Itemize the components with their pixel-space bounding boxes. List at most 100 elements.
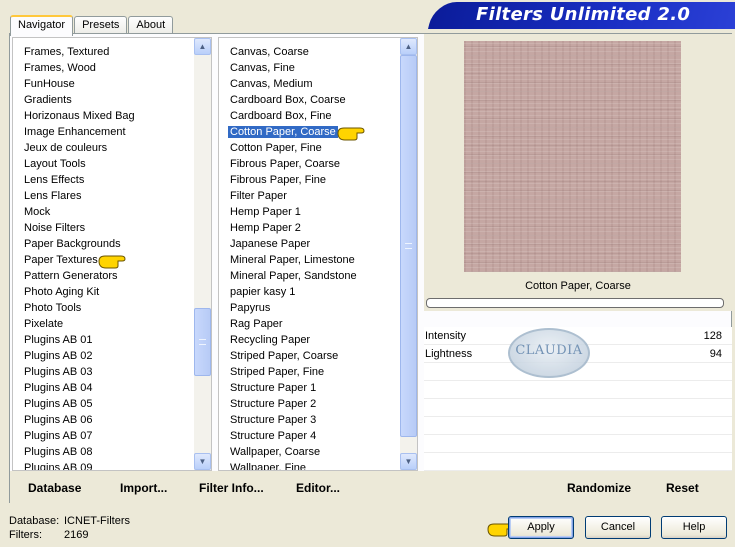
- apply-button[interactable]: Apply: [508, 516, 574, 539]
- filter-item[interactable]: Wallpaper, Coarse: [219, 444, 400, 460]
- filter-item[interactable]: Structure Paper 2: [219, 396, 400, 412]
- filter-scrollbar[interactable]: ▲ ▼: [400, 38, 417, 470]
- category-item-label: Photo Tools: [24, 302, 82, 314]
- category-item[interactable]: FunHouse: [13, 76, 194, 92]
- filter-item-label: Canvas, Coarse: [230, 46, 309, 58]
- filter-item-label: Hemp Paper 1: [230, 206, 301, 218]
- category-item[interactable]: Lens Flares: [13, 188, 194, 204]
- category-item[interactable]: Horizonaus Mixed Bag: [13, 108, 194, 124]
- category-item[interactable]: Plugins AB 08: [13, 444, 194, 460]
- filter-item[interactable]: Cotton Paper, Coarse: [219, 124, 400, 141]
- category-item[interactable]: Photo Tools: [13, 300, 194, 316]
- category-item[interactable]: Photo Aging Kit: [13, 284, 194, 300]
- tab-navigator[interactable]: Navigator: [10, 15, 74, 36]
- filter-item[interactable]: Wallpaper, Fine: [219, 460, 400, 470]
- database-button[interactable]: Database: [28, 481, 81, 495]
- scroll-down-icon[interactable]: ▼: [194, 453, 211, 470]
- category-item[interactable]: Plugins AB 06: [13, 412, 194, 428]
- filter-item[interactable]: Canvas, Medium: [219, 76, 400, 92]
- filter-item-label: Papyrus: [230, 302, 271, 314]
- category-item[interactable]: Plugins AB 01: [13, 332, 194, 348]
- category-item[interactable]: Layout Tools: [13, 156, 194, 172]
- category-item[interactable]: Image Enhancement: [13, 124, 194, 140]
- filter-item[interactable]: Rag Paper: [219, 316, 400, 332]
- scroll-down-icon[interactable]: ▼: [400, 453, 417, 470]
- pointer-hand-icon: [98, 255, 126, 269]
- category-item[interactable]: Paper Textures: [13, 252, 194, 269]
- filter-item[interactable]: Structure Paper 1: [219, 380, 400, 396]
- category-scroll-thumb[interactable]: [194, 308, 211, 376]
- filter-item-label: Striped Paper, Fine: [230, 366, 325, 378]
- navigator-panel: Frames, Textured Frames, Wood FunHouse Grad…: [9, 33, 732, 503]
- filter-item[interactable]: Fibrous Paper, Coarse: [219, 156, 400, 172]
- category-item[interactable]: Mock: [13, 204, 194, 220]
- category-item-label: Image Enhancement: [24, 126, 126, 138]
- category-item[interactable]: Gradients: [13, 92, 194, 108]
- filter-item[interactable]: Mineral Paper, Sandstone: [219, 268, 400, 284]
- filter-item[interactable]: Cardboard Box, Fine: [219, 108, 400, 124]
- filter-item-label: Structure Paper 3: [230, 414, 317, 426]
- editor-button[interactable]: Editor...: [296, 481, 340, 495]
- filter-item-label: Structure Paper 2: [230, 398, 317, 410]
- category-item-label: Plugins AB 04: [24, 382, 93, 394]
- filter-item[interactable]: Structure Paper 4: [219, 428, 400, 444]
- filter-item-label: Mineral Paper, Limestone: [230, 254, 355, 266]
- filter-item[interactable]: Mineral Paper, Limestone: [219, 252, 400, 268]
- cancel-button[interactable]: Cancel: [585, 516, 651, 539]
- filter-item[interactable]: Striped Paper, Fine: [219, 364, 400, 380]
- filter-item[interactable]: Cotton Paper, Fine: [219, 140, 400, 156]
- category-list[interactable]: Frames, Textured Frames, Wood FunHouse Grad…: [12, 37, 212, 471]
- filter-item-label: Wallpaper, Coarse: [230, 446, 321, 458]
- category-item-label: Mock: [24, 206, 51, 218]
- filter-list[interactable]: Canvas, Coarse Canvas, Fine Canvas, Medium…: [218, 37, 418, 471]
- reset-button[interactable]: Reset: [666, 481, 699, 495]
- category-item-label: Paper Backgrounds: [24, 238, 121, 250]
- filter-item[interactable]: Canvas, Coarse: [219, 44, 400, 60]
- filter-item[interactable]: Structure Paper 3: [219, 412, 400, 428]
- filter-item-label: papier kasy 1: [230, 286, 296, 298]
- filter-item[interactable]: Cardboard Box, Coarse: [219, 92, 400, 108]
- filter-item[interactable]: Fibrous Paper, Fine: [219, 172, 400, 188]
- category-item[interactable]: Plugins AB 05: [13, 396, 194, 412]
- filter-item[interactable]: Hemp Paper 2: [219, 220, 400, 236]
- category-scrollbar[interactable]: ▲ ▼: [194, 38, 211, 470]
- filter-item[interactable]: Japanese Paper: [219, 236, 400, 252]
- category-item[interactable]: Noise Filters: [13, 220, 194, 236]
- filter-item-label: Cotton Paper, Fine: [230, 142, 322, 154]
- import-button[interactable]: Import...: [120, 481, 167, 495]
- category-item[interactable]: Pixelate: [13, 316, 194, 332]
- filter-info-button[interactable]: Filter Info...: [199, 481, 264, 495]
- filter-scroll-thumb[interactable]: [400, 55, 417, 437]
- category-item[interactable]: Frames, Wood: [13, 60, 194, 76]
- pointer-hand-icon: [98, 252, 126, 269]
- category-item[interactable]: Plugins AB 04: [13, 380, 194, 396]
- category-item[interactable]: Pattern Generators: [13, 268, 194, 284]
- filter-item[interactable]: Papyrus: [219, 300, 400, 316]
- selected-filter-name: Cotton Paper, Coarse: [424, 277, 732, 297]
- scroll-up-icon[interactable]: ▲: [194, 38, 211, 55]
- filter-item[interactable]: Filter Paper: [219, 188, 400, 204]
- param-row-empty: [424, 399, 732, 417]
- category-item[interactable]: Paper Backgrounds: [13, 236, 194, 252]
- randomize-button[interactable]: Randomize: [567, 481, 631, 495]
- filter-item[interactable]: Canvas, Fine: [219, 60, 400, 76]
- category-item[interactable]: Frames, Textured: [13, 44, 194, 60]
- category-item[interactable]: Jeux de couleurs: [13, 140, 194, 156]
- category-item[interactable]: Plugins AB 09: [13, 460, 194, 470]
- category-item[interactable]: Plugins AB 07: [13, 428, 194, 444]
- status-label: Database:: [9, 515, 60, 527]
- filter-item[interactable]: Hemp Paper 1: [219, 204, 400, 220]
- category-item[interactable]: Plugins AB 02: [13, 348, 194, 364]
- status-value: ICNET-Filters: [64, 515, 130, 527]
- filter-item[interactable]: Striped Paper, Coarse: [219, 348, 400, 364]
- filter-item[interactable]: Recycling Paper: [219, 332, 400, 348]
- filter-item-label: Fibrous Paper, Coarse: [230, 158, 341, 170]
- category-item[interactable]: Plugins AB 03: [13, 364, 194, 380]
- filter-item[interactable]: papier kasy 1: [219, 284, 400, 300]
- category-item-label: Horizonaus Mixed Bag: [24, 110, 135, 122]
- tab-strip: Navigator Presets About: [10, 14, 174, 36]
- help-button[interactable]: Help: [661, 516, 727, 539]
- category-item[interactable]: Lens Effects: [13, 172, 194, 188]
- scroll-up-icon[interactable]: ▲: [400, 38, 417, 55]
- param-label: Intensity: [425, 330, 466, 342]
